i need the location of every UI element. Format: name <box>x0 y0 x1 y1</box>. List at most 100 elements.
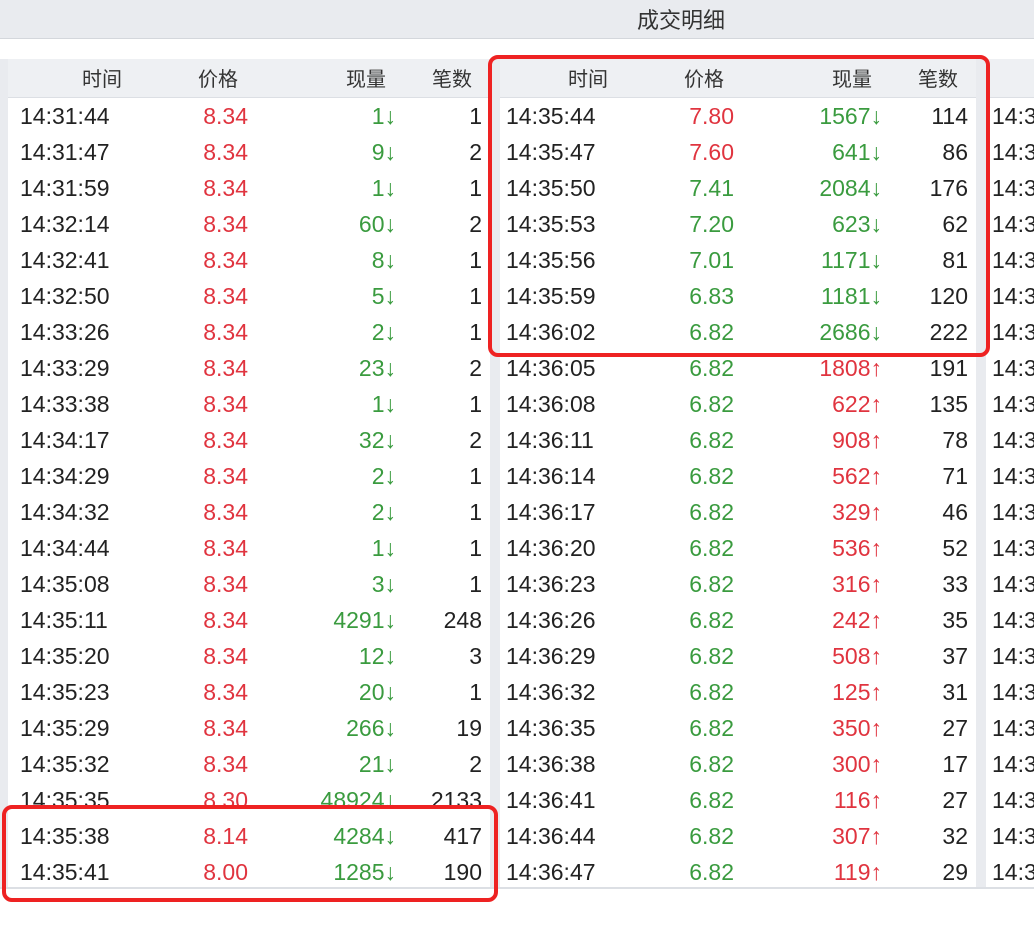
cell-volume: 119↑ <box>834 854 882 890</box>
cell-time: 14:36:38 <box>506 751 596 777</box>
table-row[interactable]: 14:34:32 8.34 2↓ 1 <box>8 494 490 530</box>
table-row[interactable]: 14:34:29 8.34 2↓ 1 <box>8 458 490 494</box>
cell-price: 6.82 <box>689 463 734 489</box>
table-row[interactable]: 14:3 <box>986 674 1034 710</box>
cell-time-partial: 14:3 <box>992 247 1034 273</box>
table-row[interactable]: 14:36:20 6.82 536↑ 52 <box>500 530 976 566</box>
cell-time: 14:36:11 <box>506 427 594 453</box>
table-row[interactable]: 14:31:47 8.34 9↓ 2 <box>8 134 490 170</box>
table-row[interactable]: 14:36:05 6.82 1808↑ 191 <box>500 350 976 386</box>
table-row[interactable]: 14:36:32 6.82 125↑ 31 <box>500 674 976 710</box>
table-row[interactable]: 14:36:44 6.82 307↑ 32 <box>500 818 976 854</box>
table-row[interactable]: 14:35:11 8.34 4291↓ 248 <box>8 602 490 638</box>
cell-time: 14:35:41 <box>20 859 110 885</box>
table-row[interactable]: 14:36:08 6.82 622↑ 135 <box>500 386 976 422</box>
cell-count: 2 <box>469 751 482 777</box>
table-row[interactable]: 14:36:02 6.82 2686↓ 222 <box>500 314 976 350</box>
volume-value: 21 <box>358 751 385 777</box>
cell-volume: 350↑ <box>832 710 882 746</box>
cell-volume: 32↓ <box>359 422 396 458</box>
table-row[interactable]: 14:33:38 8.34 1↓ 1 <box>8 386 490 422</box>
table-row[interactable]: 14:36:38 6.82 300↑ 17 <box>500 746 976 782</box>
table-row[interactable]: 14:35:32 8.34 21↓ 2 <box>8 746 490 782</box>
table-row[interactable]: 14:3 <box>986 746 1034 782</box>
volume-value: 536 <box>832 535 871 561</box>
cell-count: 35 <box>942 607 968 633</box>
table-row[interactable]: 14:3 <box>986 170 1034 206</box>
table-row[interactable]: 14:3 <box>986 134 1034 170</box>
table-row[interactable]: 14:35:35 8.30 48924↓ 2133 <box>8 782 490 818</box>
cell-count: 2 <box>469 211 482 237</box>
arrow-up-icon: ↑ <box>870 823 883 849</box>
volume-value: 350 <box>832 715 871 741</box>
table-row[interactable]: 14:3 <box>986 566 1034 602</box>
table-row[interactable]: 14:35:38 8.14 4284↓ 417 <box>8 818 490 854</box>
cell-price: 8.14 <box>203 823 248 849</box>
table-row[interactable]: 14:3 <box>986 602 1034 638</box>
table-row[interactable]: 14:35:44 7.80 1567↓ 114 <box>500 98 976 134</box>
table-row[interactable]: 14:36:35 6.82 350↑ 27 <box>500 710 976 746</box>
table-row[interactable]: 14:35:41 8.00 1285↓ 190 <box>8 854 490 890</box>
arrow-down-icon: ↓ <box>384 247 397 273</box>
cell-volume: 21↓ <box>359 746 396 782</box>
table-row[interactable]: 14:36:47 6.82 119↑ 29 <box>500 854 976 890</box>
cell-time: 14:35:53 <box>506 211 596 237</box>
table-row[interactable]: 14:36:11 6.82 908↑ 78 <box>500 422 976 458</box>
table-row[interactable]: 14:35:23 8.34 20↓ 1 <box>8 674 490 710</box>
table-row[interactable]: 14:3 <box>986 350 1034 386</box>
table-row[interactable]: 14:35:59 6.83 1181↓ 120 <box>500 278 976 314</box>
table-row[interactable]: 14:31:44 8.34 1↓ 1 <box>8 98 490 134</box>
table-row[interactable]: 14:3 <box>986 314 1034 350</box>
table-row[interactable]: 14:3 <box>986 710 1034 746</box>
cell-time: 14:36:17 <box>506 499 596 525</box>
table-row[interactable]: 14:3 <box>986 98 1034 134</box>
cell-time: 14:36:08 <box>506 391 596 417</box>
table-row[interactable]: 14:3 <box>986 458 1034 494</box>
cell-volume: 1↓ <box>372 386 396 422</box>
cell-volume: 9↓ <box>372 134 396 170</box>
table-row[interactable]: 14:3 <box>986 782 1034 818</box>
table-row[interactable]: 14:3 <box>986 422 1034 458</box>
table-row[interactable]: 14:36:29 6.82 508↑ 37 <box>500 638 976 674</box>
table-row[interactable]: 14:3 <box>986 818 1034 854</box>
table-row[interactable]: 14:31:59 8.34 1↓ 1 <box>8 170 490 206</box>
cell-count: 191 <box>929 355 968 381</box>
table-row[interactable]: 14:3 <box>986 494 1034 530</box>
table-row[interactable]: 14:35:56 7.01 1171↓ 81 <box>500 242 976 278</box>
cell-time: 14:35:59 <box>506 283 596 309</box>
table-row[interactable]: 14:36:23 6.82 316↑ 33 <box>500 566 976 602</box>
table-row[interactable]: 14:35:20 8.34 12↓ 3 <box>8 638 490 674</box>
table-row[interactable]: 14:36:41 6.82 116↑ 27 <box>500 782 976 818</box>
table-row[interactable]: 14:35:08 8.34 3↓ 1 <box>8 566 490 602</box>
table-row[interactable]: 14:3 <box>986 854 1034 889</box>
table-row[interactable]: 14:3 <box>986 530 1034 566</box>
arrow-up-icon: ↑ <box>870 463 883 489</box>
arrow-down-icon: ↓ <box>384 355 397 381</box>
table-row[interactable]: 14:32:50 8.34 5↓ 1 <box>8 278 490 314</box>
table-row[interactable]: 14:35:29 8.34 266↓ 19 <box>8 710 490 746</box>
table-row[interactable]: 14:35:47 7.60 641↓ 86 <box>500 134 976 170</box>
table-row[interactable]: 14:33:26 8.34 2↓ 1 <box>8 314 490 350</box>
cell-volume: 1↓ <box>372 98 396 134</box>
table-row[interactable]: 14:3 <box>986 242 1034 278</box>
table-row[interactable]: 14:35:50 7.41 2084↓ 176 <box>500 170 976 206</box>
table-row[interactable]: 14:36:17 6.82 329↑ 46 <box>500 494 976 530</box>
table-row[interactable]: 14:3 <box>986 638 1034 674</box>
table-row[interactable]: 14:35:53 7.20 623↓ 62 <box>500 206 976 242</box>
table-row[interactable]: 14:36:14 6.82 562↑ 71 <box>500 458 976 494</box>
table-row[interactable]: 14:3 <box>986 206 1034 242</box>
table-row[interactable]: 14:32:14 8.34 60↓ 2 <box>8 206 490 242</box>
cell-volume: 266↓ <box>346 710 396 746</box>
cell-count: 29 <box>942 859 968 885</box>
cell-count: 190 <box>443 859 482 885</box>
table-row[interactable]: 14:34:44 8.34 1↓ 1 <box>8 530 490 566</box>
table-row[interactable]: 14:32:41 8.34 8↓ 1 <box>8 242 490 278</box>
table-row[interactable]: 14:33:29 8.34 23↓ 2 <box>8 350 490 386</box>
cell-price: 7.41 <box>689 175 734 201</box>
cell-volume: 508↑ <box>832 638 882 674</box>
table-row[interactable]: 14:3 <box>986 386 1034 422</box>
table-row[interactable]: 14:34:17 8.34 32↓ 2 <box>8 422 490 458</box>
table-row[interactable]: 14:3 <box>986 278 1034 314</box>
volume-value: 2686 <box>819 319 871 345</box>
table-row[interactable]: 14:36:26 6.82 242↑ 35 <box>500 602 976 638</box>
